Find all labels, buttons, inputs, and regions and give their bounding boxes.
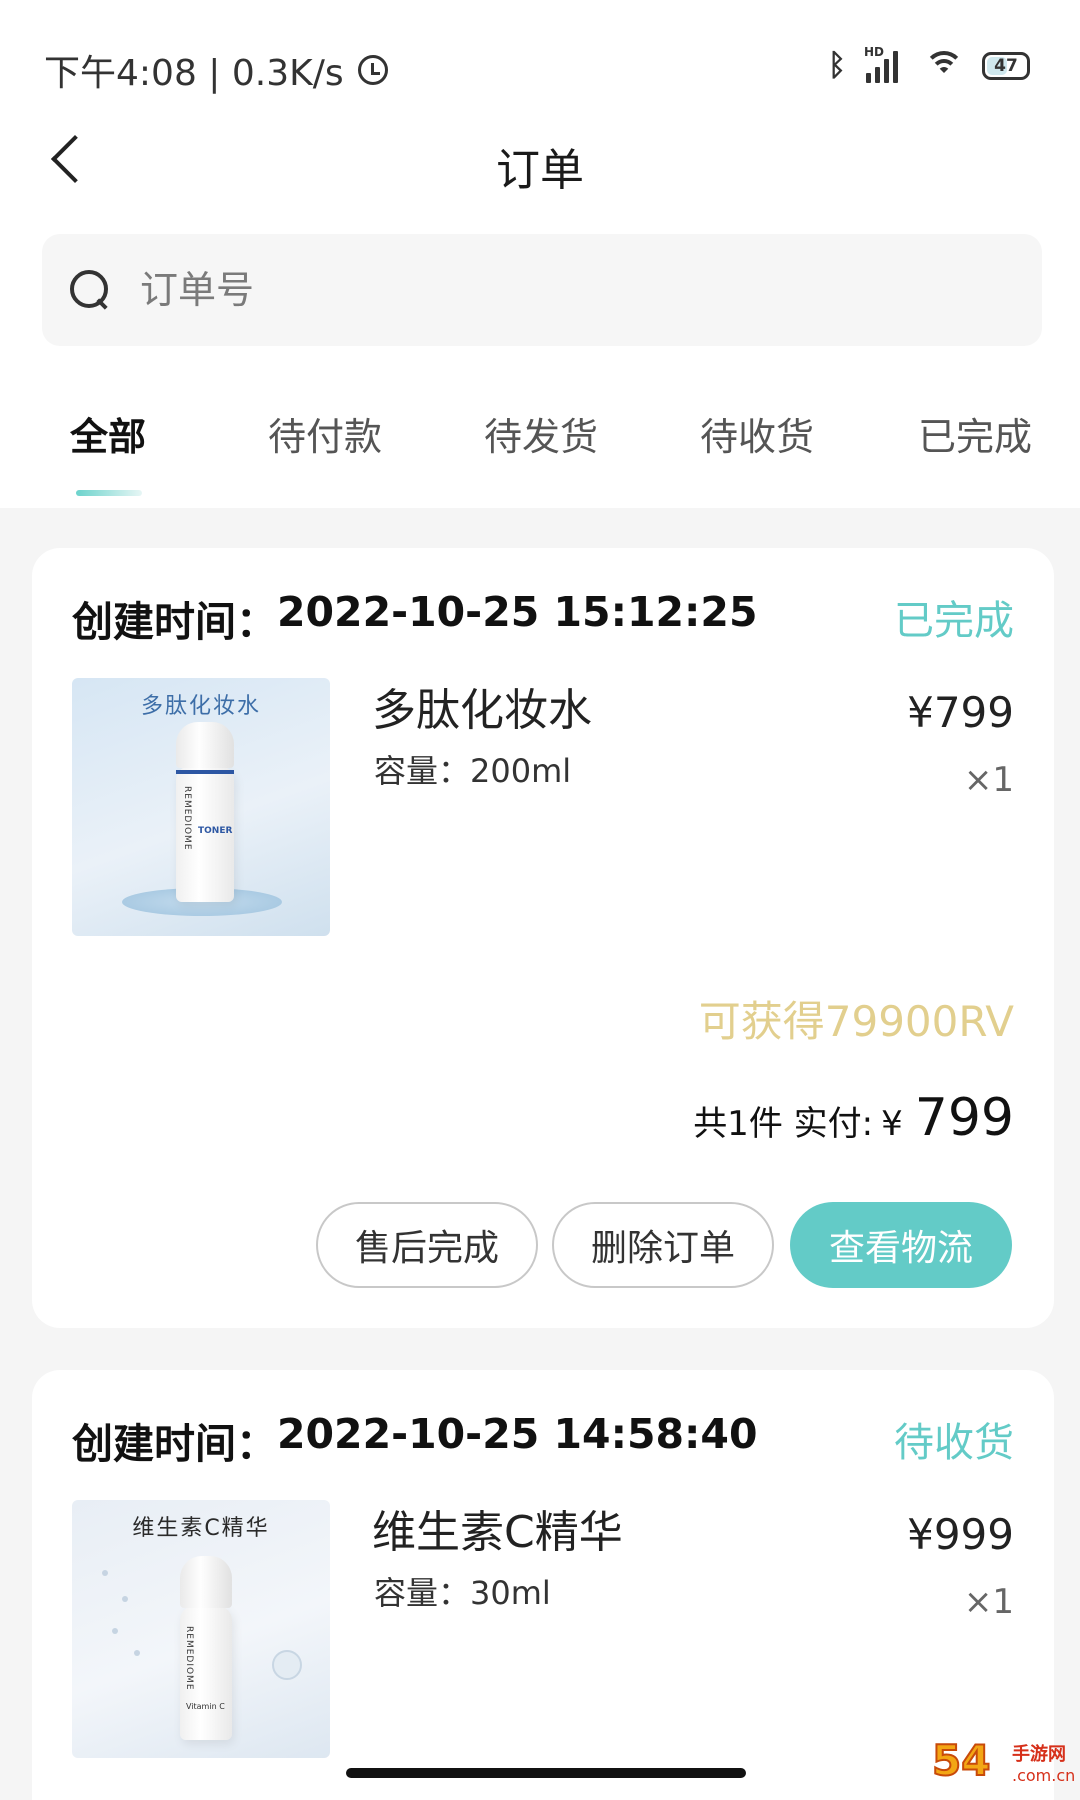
product-image[interactable]: 维生素C精华 REMEDIOME Vitamin C — [72, 1500, 330, 1758]
bottle-brand-text: REMEDIOME — [182, 786, 192, 851]
bottle-label-text: TONER — [198, 826, 233, 836]
total-value: 799 — [914, 1088, 1014, 1148]
battery-icon: 47 — [982, 51, 1030, 80]
after-sale-button[interactable]: 售后完成 — [316, 1202, 538, 1288]
signal-hd-label: HD — [864, 44, 885, 59]
product-quantity: ×1 — [963, 760, 1014, 800]
view-logistics-button[interactable]: 查看物流 — [790, 1202, 1012, 1288]
page-title: 订单 — [496, 145, 584, 196]
home-indicator[interactable] — [346, 1768, 746, 1778]
order-created-time: 创建时间： 2022-10-25 15:12:25 — [72, 588, 758, 648]
tab-pending-shipment[interactable]: 待发货 — [484, 406, 598, 461]
battery-level: 47 — [994, 55, 1018, 76]
alarm-icon — [357, 55, 388, 85]
product-spec: 容量：30ml — [374, 1574, 551, 1612]
wifi-icon — [924, 49, 964, 83]
delete-order-button[interactable]: 删除订单 — [552, 1202, 774, 1288]
search-box[interactable] — [42, 234, 1042, 346]
header: 订单 — [0, 120, 1080, 200]
bottle-label-text: Vitamin C — [186, 1702, 225, 1711]
signal-icon: HD — [864, 45, 906, 83]
bluetooth-icon: ᛒ — [828, 48, 846, 83]
created-value: 2022-10-25 14:58:40 — [277, 1410, 758, 1458]
product-name: 维生素C精华 — [372, 1507, 623, 1558]
created-label: 创建时间： — [72, 598, 277, 646]
watermark-number: 54 — [931, 1735, 991, 1786]
product-name: 多肽化妆水 — [372, 685, 592, 736]
order-total: 共1件 实付: ¥ 799 — [693, 1088, 1014, 1148]
watermark-logo: 54 手游网 .com.cn — [931, 1735, 1076, 1796]
product-image[interactable]: 多肽化妆水 REMEDIOME TONER — [72, 678, 330, 936]
tab-pending-payment[interactable]: 待付款 — [268, 406, 382, 461]
order-card[interactable]: 创建时间： 2022-10-25 15:12:25 已完成 多肽化妆水 REME… — [32, 548, 1054, 1328]
status-right: ᛒ HD 47 — [828, 45, 1030, 83]
order-status: 待收货 — [894, 1420, 1014, 1466]
product-spec: 容量：200ml — [374, 752, 572, 790]
tab-completed[interactable]: 已完成 — [918, 406, 1032, 461]
watermark-line2: .com.cn — [1012, 1766, 1076, 1785]
active-tab-indicator — [76, 490, 142, 496]
bottle-brand-text: REMEDIOME — [184, 1626, 194, 1691]
reward-points: 可获得79900RV — [698, 997, 1014, 1046]
search-icon — [70, 270, 110, 310]
watermark-line1: 手游网 — [1012, 1744, 1066, 1765]
order-created-time: 创建时间： 2022-10-25 14:58:40 — [72, 1410, 758, 1470]
search-input[interactable] — [140, 264, 940, 316]
tab-all[interactable]: 全部 — [70, 406, 146, 461]
product-image-caption: 维生素C精华 — [132, 1516, 270, 1541]
created-value: 2022-10-25 15:12:25 — [277, 588, 758, 636]
tab-pending-receipt[interactable]: 待收货 — [700, 406, 814, 461]
product-quantity: ×1 — [963, 1582, 1014, 1622]
total-currency: ¥ — [881, 1104, 903, 1144]
order-card[interactable]: 创建时间： 2022-10-25 14:58:40 待收货 维生素C精华 REM… — [32, 1370, 1054, 1800]
created-label: 创建时间： — [72, 1420, 277, 1468]
status-bar: 下午4:08 | 0.3K/s ᛒ HD 47 — [0, 40, 1080, 100]
order-status: 已完成 — [894, 598, 1014, 644]
product-price: ¥799 — [907, 688, 1014, 737]
product-image-caption: 多肽化妆水 — [140, 694, 261, 719]
product-price: ¥999 — [907, 1510, 1014, 1559]
total-label: 共1件 实付: — [693, 1104, 874, 1144]
status-left: 下午4:08 | 0.3K/s — [44, 44, 388, 96]
status-time-speed: 下午4:08 | 0.3K/s — [44, 53, 344, 94]
